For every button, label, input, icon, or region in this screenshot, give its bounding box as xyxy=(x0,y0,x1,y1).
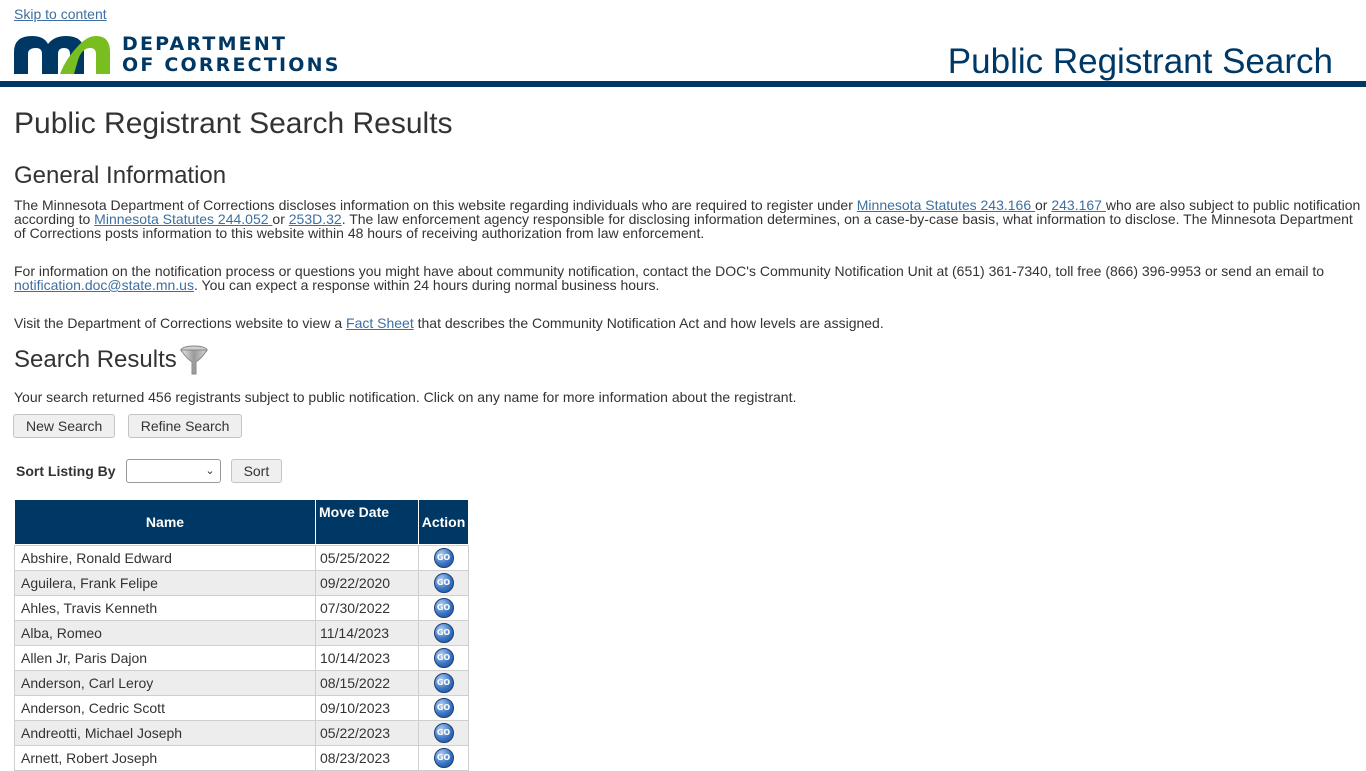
table-row: Anderson, Cedric Scott 09/10/2023 GO xyxy=(14,695,469,721)
registrant-name[interactable]: Arnett, Robert Joseph xyxy=(14,745,316,771)
header-divider xyxy=(0,81,1366,87)
registrant-name[interactable]: Aguilera, Frank Felipe xyxy=(14,570,316,596)
department-wordmark: DEPARTMENT OF CORRECTIONS xyxy=(122,34,341,76)
go-icon[interactable]: GO xyxy=(433,598,454,618)
funnel-icon[interactable] xyxy=(178,344,210,376)
table-row: Arnett, Robert Joseph 08/23/2023 GO xyxy=(14,745,469,771)
table-row: Abshire, Ronald Edward 05/25/2022 GO xyxy=(14,545,469,571)
chevron-down-icon: ⌄ xyxy=(205,465,215,477)
registrant-name[interactable]: Ahles, Travis Kenneth xyxy=(14,595,316,621)
registrant-name[interactable]: Allen Jr, Paris Dajon xyxy=(14,645,316,671)
column-header-move-date[interactable]: Move Date xyxy=(315,499,419,545)
go-icon[interactable]: GO xyxy=(433,673,454,693)
registrant-name[interactable]: Anderson, Cedric Scott xyxy=(14,695,316,721)
sort-controls: Sort Listing By ⌄ Sort xyxy=(16,459,283,483)
sort-button[interactable]: Sort xyxy=(230,459,283,483)
move-date: 07/30/2022 xyxy=(315,595,419,621)
column-header-name[interactable]: Name xyxy=(14,499,316,545)
table-header-row: Name Move Date Action xyxy=(14,499,469,545)
header-title: Public Registrant Search xyxy=(947,42,1333,81)
search-results-heading-row: Search Results xyxy=(14,344,1362,376)
refine-search-button[interactable]: Refine Search xyxy=(127,414,243,438)
move-date: 05/22/2023 xyxy=(315,720,419,746)
main-content: Public Registrant Search Results General… xyxy=(13,106,1362,438)
action-cell: GO xyxy=(418,595,469,621)
go-icon[interactable]: GO xyxy=(433,623,454,643)
registrant-name[interactable]: Alba, Romeo xyxy=(14,620,316,646)
go-icon[interactable]: GO xyxy=(433,648,454,668)
table-row: Aguilera, Frank Felipe 09/22/2020 GO xyxy=(14,570,469,596)
action-cell: GO xyxy=(418,570,469,596)
table-row: Anderson, Carl Leroy 08/15/2022 GO xyxy=(14,670,469,696)
action-cell: GO xyxy=(418,720,469,746)
notification-email-link[interactable]: notification.doc@state.mn.us xyxy=(14,277,194,293)
move-date: 09/22/2020 xyxy=(315,570,419,596)
page-title: Public Registrant Search Results xyxy=(14,107,453,140)
action-cell: GO xyxy=(418,695,469,721)
action-cell: GO xyxy=(418,670,469,696)
text: that describes the Community Notificatio… xyxy=(413,315,884,331)
move-date: 10/14/2023 xyxy=(315,645,419,671)
registrant-name[interactable]: Anderson, Carl Leroy xyxy=(14,670,316,696)
fact-sheet-link[interactable]: Fact Sheet xyxy=(346,315,414,331)
move-date: 08/23/2023 xyxy=(315,745,419,771)
go-icon[interactable]: GO xyxy=(433,698,454,718)
search-button-row: New Search Refine Search xyxy=(13,414,1362,438)
go-icon[interactable]: GO xyxy=(433,748,454,768)
general-info-paragraph-3: Visit the Department of Corrections webs… xyxy=(14,316,1362,330)
go-icon[interactable]: GO xyxy=(433,723,454,743)
table-row: Alba, Romeo 11/14/2023 GO xyxy=(14,620,469,646)
registrant-table: Name Move Date Action Abshire, Ronald Ed… xyxy=(14,499,469,771)
action-cell: GO xyxy=(418,620,469,646)
general-info-heading: General Information xyxy=(14,162,227,189)
wordmark-line1: DEPARTMENT xyxy=(122,33,288,55)
results-summary: Your search returned 456 registrants sub… xyxy=(14,389,797,405)
move-date: 08/15/2022 xyxy=(315,670,419,696)
table-row: Ahles, Travis Kenneth 07/30/2022 GO xyxy=(14,595,469,621)
move-date: 11/14/2023 xyxy=(315,620,419,646)
column-header-action: Action xyxy=(418,499,469,545)
sort-label: Sort Listing By xyxy=(16,463,116,479)
new-search-button[interactable]: New Search xyxy=(13,414,116,438)
go-icon[interactable]: GO xyxy=(433,573,454,593)
text: Visit the Department of Corrections webs… xyxy=(14,315,347,331)
go-icon[interactable]: GO xyxy=(433,548,454,568)
sort-select[interactable]: ⌄ xyxy=(125,459,221,483)
registrant-name[interactable]: Andreotti, Michael Joseph xyxy=(14,720,316,746)
text: . You can expect a response within 24 ho… xyxy=(193,277,660,293)
general-info-paragraph-1: The Minnesota Department of Corrections … xyxy=(14,198,1362,240)
move-date: 09/10/2023 xyxy=(315,695,419,721)
action-cell: GO xyxy=(418,545,469,571)
registrant-name[interactable]: Abshire, Ronald Edward xyxy=(14,545,316,571)
skip-to-content-link[interactable]: Skip to content xyxy=(14,6,107,22)
move-date: 05/25/2022 xyxy=(315,545,419,571)
action-cell: GO xyxy=(418,645,469,671)
table-row: Andreotti, Michael Joseph 05/22/2023 GO xyxy=(14,720,469,746)
search-results-heading: Search Results xyxy=(14,346,177,373)
wordmark-line2: OF CORRECTIONS xyxy=(122,54,341,76)
table-row: Allen Jr, Paris Dajon 10/14/2023 GO xyxy=(14,645,469,671)
action-cell: GO xyxy=(418,745,469,771)
general-info-paragraph-2: For information on the notification proc… xyxy=(14,264,1362,292)
